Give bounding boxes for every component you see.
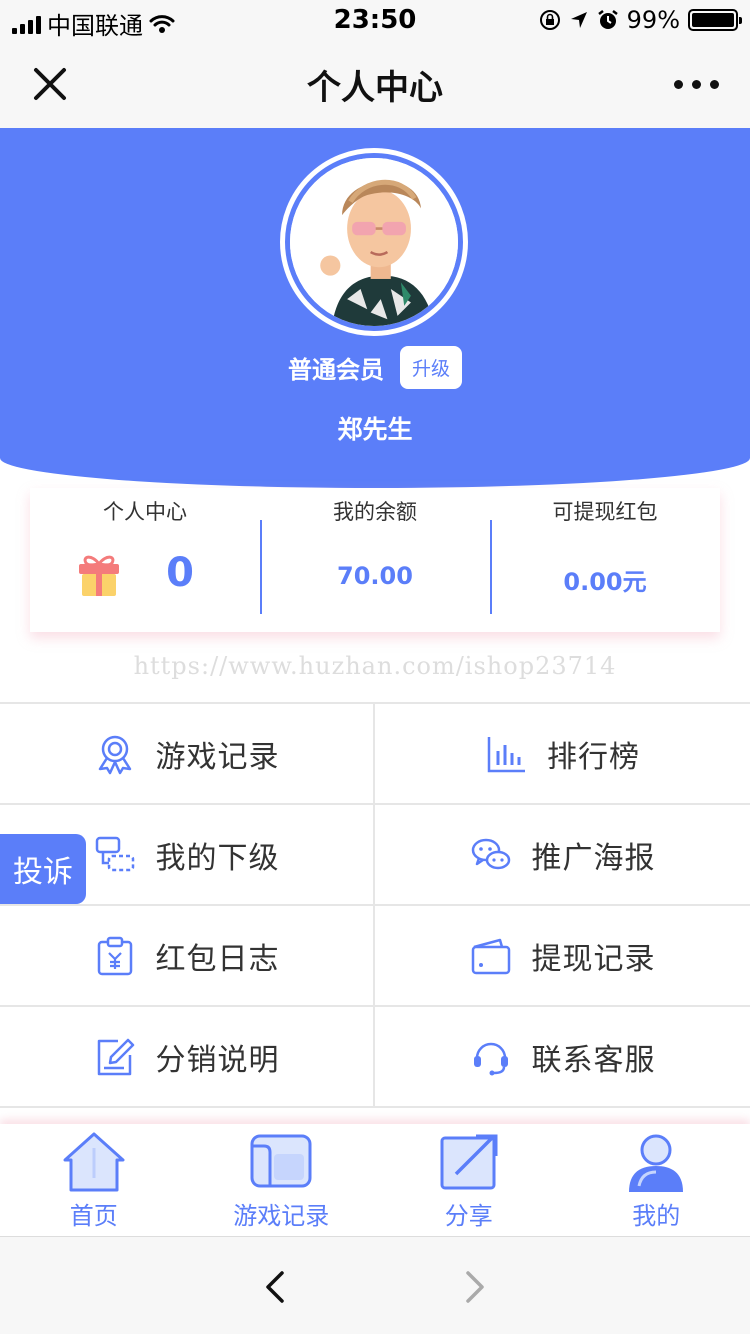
game-record-icon [250,1134,312,1188]
subordinate-icon [95,836,134,871]
complaint-button[interactable]: 投诉 [0,834,86,904]
stat-value: 0.00元 [563,568,647,596]
watermark-url: https://www.huzhan.com/ishop23714 [133,652,617,680]
alarm-icon [597,10,618,29]
stat-label: 可提现红包 [552,500,658,524]
username: 郑先生 [337,415,413,444]
menu-label: 排行榜 [547,739,640,775]
wallet-icon [471,938,510,974]
browser-toolbar [0,1236,750,1334]
menu-item-withdraw-record[interactable]: 提现记录 [375,906,750,1007]
headset-icon [473,1042,508,1075]
tab-bar: 首页 游戏记录 分享 我的 [0,1124,750,1236]
home-icon [63,1132,125,1192]
wechat-icon [471,838,510,869]
tab-game-record[interactable]: 游戏记录 [188,1124,376,1236]
tab-label: 我的 [632,1202,681,1230]
status-bar: 中国联通 23:50 99% [0,0,750,40]
avatar-ring [280,148,468,336]
back-arrow-icon[interactable] [260,1267,290,1307]
stat-withdrawable-red-packet[interactable]: 可提现红包 0.00元 [490,488,720,632]
menu-grid: 游戏记录 排行榜 我的下级 推广海报 红包日志 提现记录 分销说明 联系客服 [0,702,750,1108]
gift-icon [79,555,119,596]
status-right: 99% [539,6,742,34]
menu-item-promo-poster[interactable]: 推广海报 [375,805,750,906]
red-packet-log-icon [97,936,132,975]
stat-label: 个人中心 [103,500,187,524]
menu-item-leaderboard[interactable]: 排行榜 [375,704,750,805]
menu-label: 我的下级 [155,840,280,876]
menu-item-contact-support[interactable]: 联系客服 [375,1007,750,1108]
menu-label: 分销说明 [155,1042,280,1078]
battery-percent: 99% [626,6,680,34]
award-icon [98,735,131,774]
rotation-lock-icon [539,10,560,30]
stat-personal-center[interactable]: 个人中心 0 [30,488,260,632]
menu-label: 红包日志 [155,941,280,977]
upgrade-button[interactable]: 升级 [399,346,462,389]
nav-bar: 个人中心 [0,40,750,128]
menu-label: 提现记录 [531,941,656,977]
battery-icon [688,9,742,31]
stat-value: 70.00 [337,562,413,590]
menu-label: 推广海报 [531,840,656,876]
avatar[interactable] [290,158,458,326]
stats-card: 个人中心 0 我的余额 70.00 可提现红包 0.00元 [30,488,720,632]
location-icon [570,12,587,28]
stat-value: 0 [166,550,194,596]
edit-icon [97,1038,134,1075]
tab-label: 首页 [69,1202,118,1230]
member-level: 普通会员 [287,356,384,384]
menu-item-red-packet-log[interactable]: 红包日志 [0,906,375,1007]
tab-share[interactable]: 分享 [375,1124,563,1236]
tab-label: 分享 [444,1202,493,1230]
menu-item-distribution-info[interactable]: 分销说明 [0,1007,375,1108]
stat-balance[interactable]: 我的余额 70.00 [260,488,490,632]
share-icon [440,1134,498,1190]
menu-label: 游戏记录 [155,739,280,775]
member-row: 普通会员 升级 [0,346,750,389]
tab-label: 游戏记录 [233,1202,330,1230]
menu-label: 联系客服 [531,1042,656,1078]
tab-home[interactable]: 首页 [0,1124,188,1236]
user-icon [629,1134,684,1192]
page-title: 个人中心 [307,68,443,108]
bar-chart-icon [487,736,525,772]
forward-arrow-icon[interactable] [460,1267,490,1307]
stat-label: 我的余额 [333,500,417,524]
tab-mine[interactable]: 我的 [563,1124,750,1236]
menu-item-game-record[interactable]: 游戏记录 [0,704,375,805]
more-icon[interactable] [674,70,724,98]
